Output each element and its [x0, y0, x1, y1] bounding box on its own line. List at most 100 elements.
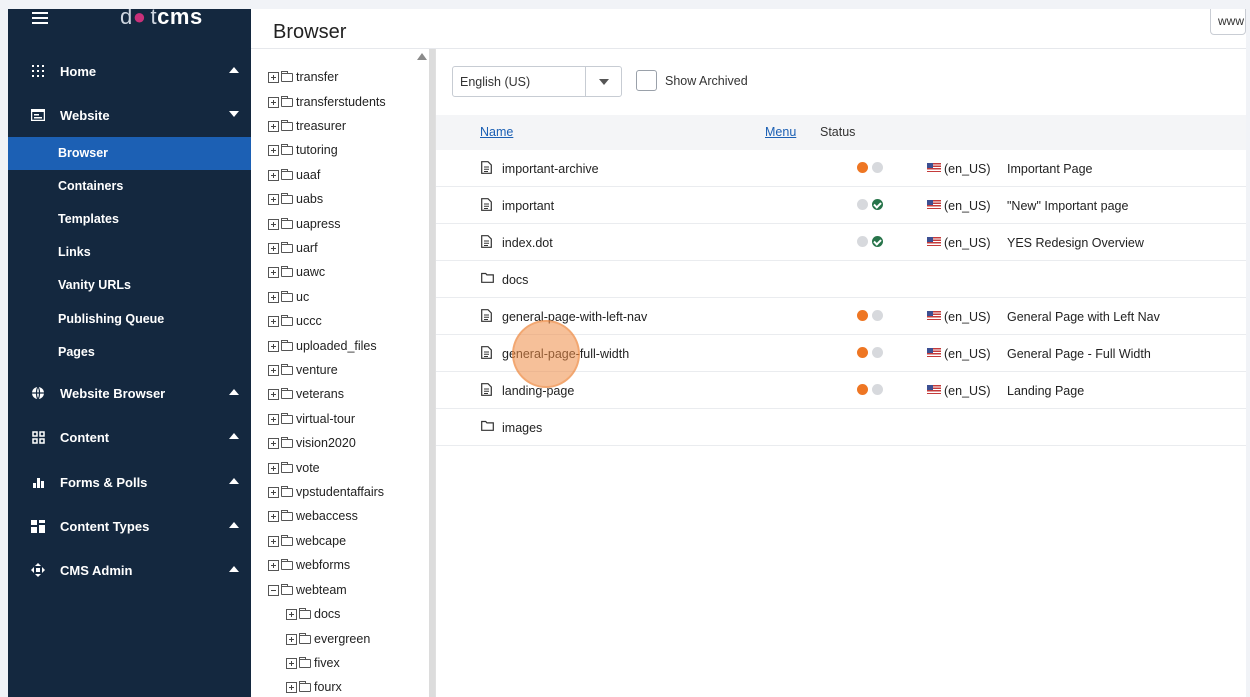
menu-icon[interactable] [32, 12, 48, 25]
expand-icon[interactable] [268, 388, 279, 400]
sidebar-item-publishing-queue[interactable]: Publishing Queue [8, 303, 251, 336]
scroll-up-icon[interactable] [417, 53, 427, 60]
row-name[interactable]: general-page-with-left-nav [502, 310, 647, 324]
expand-icon[interactable] [268, 315, 279, 327]
show-archived-checkbox[interactable] [636, 70, 657, 91]
expand-icon[interactable] [286, 681, 297, 693]
status-indicator [857, 236, 887, 247]
nav-group-content-types[interactable]: Content Types [8, 504, 251, 548]
nav-group-forms-polls[interactable]: Forms & Polls [8, 460, 251, 504]
nav-group-content[interactable]: Content [8, 415, 251, 459]
expand-icon[interactable] [268, 413, 279, 425]
expand-icon[interactable] [268, 486, 279, 498]
sidebar-item-browser[interactable]: Browser [8, 137, 251, 170]
tree-item[interactable]: transfer [268, 67, 338, 87]
tree-item-label: venture [296, 363, 338, 377]
tree-item[interactable]: webcape [268, 531, 346, 551]
tree-item[interactable]: uarf [268, 238, 318, 258]
tree-item[interactable]: vision2020 [268, 433, 356, 453]
expand-icon[interactable] [268, 71, 279, 83]
row-name[interactable]: docs [502, 273, 528, 287]
nav-group-website[interactable]: Website [8, 93, 251, 137]
table-row[interactable]: landing-page (en_US) Landing Page [436, 372, 1246, 409]
expand-icon[interactable] [268, 364, 279, 376]
draft-dot-icon [857, 384, 868, 395]
expand-icon[interactable] [268, 535, 279, 547]
expand-icon[interactable] [268, 96, 279, 108]
row-name[interactable]: index.dot [502, 236, 553, 250]
expand-icon[interactable] [268, 144, 279, 156]
language-select[interactable]: English (US) [452, 66, 622, 97]
expand-icon[interactable] [286, 608, 297, 620]
tree-item[interactable]: venture [268, 360, 338, 380]
tree-item[interactable]: docs [286, 604, 340, 624]
sidebar-item-vanity-urls[interactable]: Vanity URLs [8, 269, 251, 302]
nav-group-cms-admin[interactable]: CMS Admin [8, 548, 251, 592]
tree-item[interactable]: uaaf [268, 165, 320, 185]
nav-group-home[interactable]: Home [8, 49, 251, 93]
table-row[interactable]: index.dot (en_US) YES Redesign Overview [436, 224, 1246, 261]
sidebar-item-pages[interactable]: Pages [8, 336, 251, 369]
column-name-sort[interactable]: Name [480, 125, 513, 139]
tree-item[interactable]: webaccess [268, 506, 358, 526]
tree-item[interactable]: uc [268, 287, 309, 307]
tree-item[interactable]: uapress [268, 214, 340, 234]
tree-item[interactable]: fivex [286, 653, 340, 673]
folder-icon [281, 119, 293, 131]
table-row[interactable]: images [436, 409, 1246, 446]
expand-icon[interactable] [268, 169, 279, 181]
table-row[interactable]: important-archive (en_US) Important Page [436, 150, 1246, 187]
table-row[interactable]: important (en_US) "New" Important page [436, 187, 1246, 224]
tree-item[interactable]: uploaded_files [268, 336, 377, 356]
chevron-down-icon[interactable] [585, 67, 621, 96]
expand-icon[interactable] [268, 242, 279, 254]
tree-item[interactable]: webforms [268, 555, 350, 575]
row-name[interactable]: important-archive [502, 162, 599, 176]
tree-item[interactable]: uccc [268, 311, 322, 331]
table-row[interactable]: general-page-full-width (en_US) General Pa… [436, 335, 1246, 372]
tree-item-label: transfer [296, 70, 339, 84]
expand-icon[interactable] [268, 120, 279, 132]
row-name[interactable]: important [502, 199, 554, 213]
row-name[interactable]: images [502, 421, 542, 435]
expand-icon[interactable] [268, 510, 279, 522]
expand-icon[interactable] [268, 218, 279, 230]
tree-item[interactable]: virtual-tour [268, 409, 355, 429]
expand-icon[interactable] [268, 559, 279, 571]
sidebar-item-containers[interactable]: Containers [8, 170, 251, 203]
nav-group-label: Website [60, 107, 110, 123]
tree-item[interactable]: evergreen [286, 629, 370, 649]
expand-icon[interactable] [268, 266, 279, 278]
table-row[interactable]: docs [436, 261, 1246, 298]
collapse-icon[interactable] [268, 584, 279, 596]
tree-item[interactable]: uabs [268, 189, 323, 209]
show-archived-toggle[interactable]: Show Archived [636, 70, 748, 91]
tree-item[interactable]: veterans [268, 384, 344, 404]
tree-item[interactable]: uawc [268, 262, 325, 282]
expand-icon[interactable] [268, 462, 279, 474]
tree-item[interactable]: tutoring [268, 140, 338, 160]
expand-icon[interactable] [286, 633, 297, 645]
folder-icon [281, 363, 293, 375]
dotcms-logo[interactable]: d● tcms [120, 9, 203, 30]
tree-item[interactable]: transferstudents [268, 92, 386, 112]
tree-item[interactable]: vpstudentaffairs [268, 482, 384, 502]
sidebar-item-links[interactable]: Links [8, 236, 251, 269]
table-row[interactable]: general-page-with-left-nav (en_US) General… [436, 298, 1246, 335]
tree-item[interactable]: webteam [268, 580, 347, 600]
expand-icon[interactable] [268, 291, 279, 303]
expand-icon[interactable] [268, 340, 279, 352]
folder-icon [481, 272, 494, 286]
row-name[interactable]: landing-page [502, 384, 574, 398]
nav-group-website-browser[interactable]: Website Browser [8, 371, 251, 415]
tree-item[interactable]: treasurer [268, 116, 346, 136]
tree-item[interactable]: vote [268, 458, 320, 478]
expand-icon[interactable] [268, 437, 279, 449]
expand-icon[interactable] [268, 193, 279, 205]
sidebar-item-templates[interactable]: Templates [8, 203, 251, 236]
expand-icon[interactable] [286, 657, 297, 669]
row-name[interactable]: general-page-full-width [502, 347, 629, 361]
site-selector[interactable]: www [1210, 9, 1246, 35]
column-menu-sort[interactable]: Menu [765, 125, 796, 139]
tree-item[interactable]: fourx [286, 677, 342, 697]
